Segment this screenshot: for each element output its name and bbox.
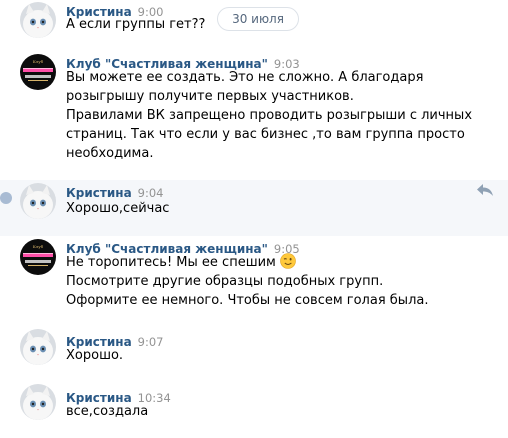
wink-emoji-icon — [280, 253, 296, 269]
avatar[interactable]: Клуб — [20, 54, 56, 90]
avatar[interactable]: Клуб — [20, 239, 56, 275]
message-text: Оформите ее немного. Чтобы не совсем гол… — [66, 293, 429, 308]
date-divider: 30 июля — [217, 7, 299, 31]
message-text: Правилами ВК запрещено проводить розыгры… — [66, 108, 473, 123]
select-check-icon[interactable] — [0, 192, 12, 204]
avatar[interactable] — [20, 183, 56, 219]
message-text: А если группы гет?? — [66, 17, 206, 32]
message-text: Вы можете ее создать. Это не сложно. А б… — [66, 70, 424, 85]
avatar[interactable] — [20, 384, 56, 420]
avatar[interactable] — [20, 329, 56, 365]
svg-text:Клуб: Клуб — [33, 59, 44, 64]
message-text: Хорошо,сейчас — [66, 201, 170, 216]
message-time[interactable]: 9:07 — [138, 335, 164, 349]
message-text: розыгрышу получите первых участников. — [66, 89, 354, 104]
avatar[interactable] — [20, 2, 56, 38]
message-text: Посмотрите другие образцы подобных групп… — [66, 274, 384, 289]
message-text: Не торопитесь! Мы ее спешим — [66, 255, 276, 270]
message-text: Хорошо. — [66, 348, 124, 363]
message-text: страниц. Так что если у вас бизнес ,то в… — [66, 127, 465, 142]
message-time[interactable]: 9:04 — [138, 186, 164, 200]
reply-icon[interactable] — [476, 183, 494, 197]
message-text-with-emoji: Не торопитесь! Мы ее спешим — [66, 253, 296, 272]
message-text: все,создала — [66, 404, 149, 419]
message-text: необходима. — [66, 146, 154, 161]
author-name[interactable]: Кристина — [66, 186, 132, 200]
svg-text:Клуб: Клуб — [33, 244, 44, 249]
